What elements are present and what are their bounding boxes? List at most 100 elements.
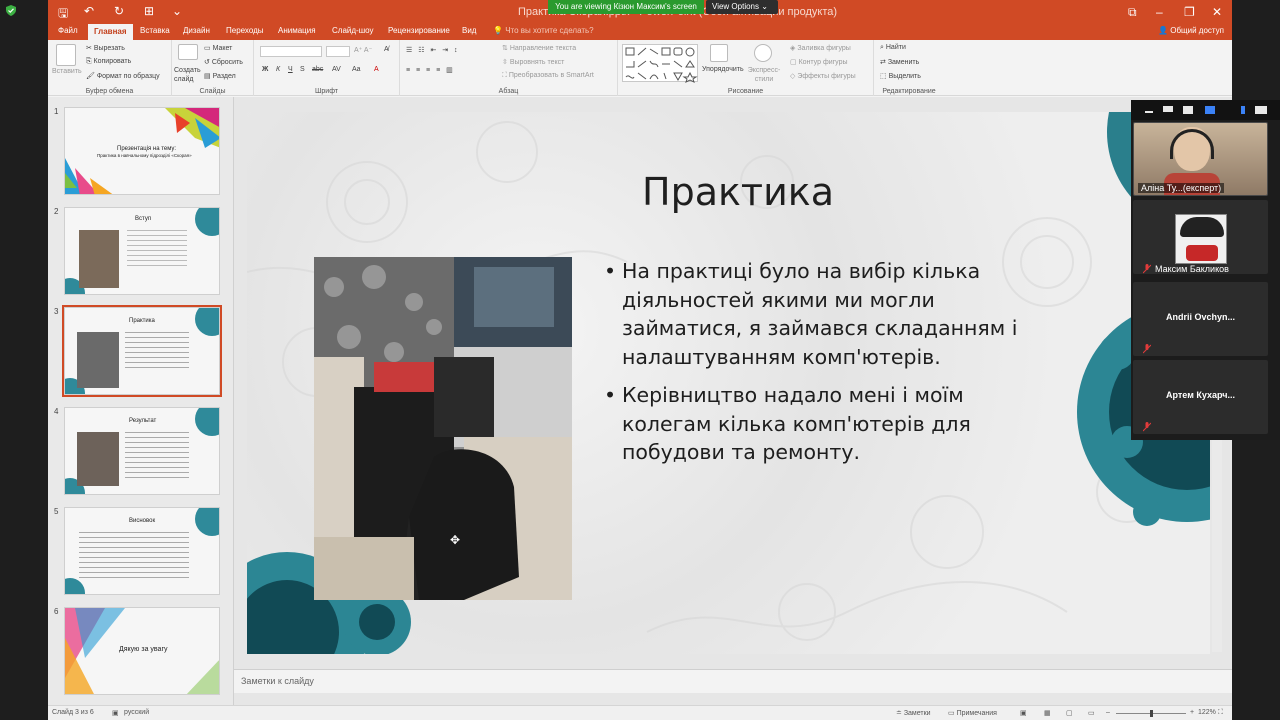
- thumb-title: Практика: [129, 318, 155, 324]
- zoom-slider[interactable]: [1116, 710, 1186, 717]
- clipboard-group-label: Буфер обмена: [85, 88, 134, 95]
- list-buttons[interactable]: ☰ ☷ ⇤ ⇥ ↕: [406, 46, 460, 54]
- tab-design[interactable]: Дизайн: [183, 26, 210, 35]
- italic-button[interactable]: К: [276, 66, 280, 73]
- pop-out-icon[interactable]: [1255, 106, 1267, 114]
- align-buttons[interactable]: ≡ ≡ ≡ ≡ ▥: [406, 66, 455, 74]
- arrange-icon[interactable]: [710, 44, 728, 62]
- tab-animations[interactable]: Анимация: [278, 26, 316, 35]
- slide-thumbnails-panel[interactable]: 1 Презентація на тему: Практика в навчал…: [48, 97, 234, 705]
- shape-fill-button[interactable]: ◈ Заливка фигуры: [790, 44, 851, 52]
- start-presentation-icon[interactable]: ⊞: [144, 4, 154, 18]
- language-indicator[interactable]: русский: [124, 709, 149, 716]
- tell-me-label: Что вы хотите сделать?: [505, 26, 594, 35]
- copy-button[interactable]: ⎘ Копировать: [86, 58, 131, 66]
- find-button[interactable]: ⌕ Найти: [880, 44, 906, 52]
- slide-thumbnail-2[interactable]: Вступ: [64, 207, 220, 295]
- change-case-button[interactable]: Aa: [352, 66, 361, 73]
- notes-toggle[interactable]: ≐ Заметки: [896, 709, 931, 717]
- slideshow-view-icon[interactable]: ▭: [1088, 709, 1095, 717]
- slide-bullet-list[interactable]: На практиці було на вибір кілька діяльно…: [602, 257, 1022, 477]
- tab-slideshow[interactable]: Слайд-шоу: [332, 26, 373, 35]
- minimize-icon[interactable]: –: [1156, 5, 1163, 19]
- reset-button[interactable]: ↺ Сбросить: [204, 58, 243, 66]
- tab-transitions[interactable]: Переходы: [226, 26, 264, 35]
- gallery-view-icon[interactable]: [1205, 106, 1215, 114]
- save-icon[interactable]: 🖫: [58, 4, 68, 25]
- participant-tile-1[interactable]: Аліна Ту...(експерт): [1133, 122, 1268, 196]
- reading-view-icon[interactable]: ▢: [1066, 709, 1073, 717]
- customize-quick-access-icon[interactable]: ⌄: [172, 4, 182, 18]
- text-direction-button[interactable]: ⇅ Направление текста: [502, 44, 576, 52]
- tab-home[interactable]: Главная: [88, 24, 133, 40]
- slide-thumbnail-1[interactable]: Презентація на тему: Практика в навчальн…: [64, 107, 220, 195]
- section-button[interactable]: ▤ Раздел: [204, 72, 236, 80]
- font-family-select[interactable]: [260, 46, 322, 57]
- notes-pane[interactable]: Заметки к слайду: [234, 669, 1232, 693]
- slide-photo[interactable]: [314, 257, 572, 600]
- slide-title[interactable]: Практика: [642, 170, 834, 214]
- normal-view-icon[interactable]: ▣: [1020, 709, 1027, 717]
- panel-arrow-icon[interactable]: [1241, 106, 1245, 114]
- speaker-view-icon[interactable]: [1183, 106, 1193, 114]
- zoom-level[interactable]: 122%: [1198, 709, 1216, 716]
- cut-button[interactable]: ✂ Вырезать: [86, 44, 125, 52]
- participant-tile-2[interactable]: Максим Бакликов: [1133, 200, 1268, 274]
- strip-view-icon[interactable]: [1163, 106, 1173, 112]
- quick-styles-icon[interactable]: [754, 44, 772, 62]
- slide-thumbnail-6[interactable]: Дякую за увагу: [64, 607, 220, 695]
- zoom-in-icon[interactable]: +: [1190, 709, 1194, 716]
- spellcheck-icon[interactable]: ▣: [112, 709, 119, 717]
- undo-icon[interactable]: ↶: [84, 4, 94, 18]
- tab-review[interactable]: Рецензирование: [388, 26, 450, 35]
- bold-button[interactable]: Ж: [262, 66, 268, 73]
- paste-button[interactable]: Вставить: [52, 68, 82, 75]
- slide-thumbnail-4[interactable]: Результат: [64, 407, 220, 495]
- quick-styles-button[interactable]: Экспресс-стили: [746, 66, 782, 84]
- comments-toggle[interactable]: ▭ Примечания: [948, 709, 997, 717]
- align-text-button[interactable]: ⇳ Выровнять текст: [502, 58, 564, 66]
- smartart-button[interactable]: ⛶ Преобразовать в SmartArt: [502, 72, 594, 80]
- arrange-button[interactable]: Упорядочить: [702, 66, 744, 73]
- font-size-select[interactable]: [326, 46, 350, 57]
- underline-button[interactable]: Ч: [288, 66, 293, 73]
- shapes-gallery[interactable]: [622, 44, 698, 83]
- slide-canvas[interactable]: Практика • На практиці було на вибір кіл…: [247, 112, 1210, 654]
- sorter-view-icon[interactable]: ▦: [1044, 709, 1051, 717]
- select-button[interactable]: ⬚ Выделить: [880, 72, 921, 80]
- new-slide-button[interactable]: Создать слайд: [174, 66, 204, 84]
- redo-icon[interactable]: ↻: [114, 4, 124, 18]
- spacing-button[interactable]: AV: [332, 66, 341, 73]
- new-slide-icon[interactable]: [178, 44, 198, 60]
- font-color-button[interactable]: A: [374, 66, 379, 73]
- strikethrough-button[interactable]: abc: [312, 66, 323, 73]
- tab-file[interactable]: Файл: [58, 26, 78, 35]
- share-button[interactable]: 👤 Общий доступ: [1158, 26, 1224, 35]
- zoom-out-icon[interactable]: –: [1106, 709, 1110, 716]
- bullet-item: На практиці було на вибір кілька діяльно…: [602, 257, 1022, 371]
- font-grow-icon[interactable]: A⁺ A⁻: [354, 46, 372, 54]
- minimize-panel-icon[interactable]: [1145, 111, 1153, 113]
- tab-insert[interactable]: Вставка: [140, 26, 170, 35]
- restore-icon[interactable]: ❐: [1184, 5, 1195, 19]
- paste-icon[interactable]: [56, 44, 76, 66]
- participant-tile-3[interactable]: Andrii Ovchyn...: [1133, 282, 1268, 356]
- slide-thumbnail-5[interactable]: Висновок: [64, 507, 220, 595]
- clear-format-icon[interactable]: A̸: [384, 46, 389, 53]
- tab-view[interactable]: Вид: [462, 26, 476, 35]
- close-icon[interactable]: ✕: [1212, 5, 1222, 19]
- zoom-slider-thumb[interactable]: [1150, 710, 1153, 717]
- thumb-photo: [79, 230, 119, 288]
- slide-thumbnail-3[interactable]: Практика: [62, 305, 222, 397]
- format-painter-button[interactable]: 🖌 Формат по образцу: [86, 72, 160, 80]
- view-options-button[interactable]: View Options ⌄: [706, 0, 778, 14]
- shadow-button[interactable]: S: [300, 66, 305, 73]
- fit-slide-icon[interactable]: ⛶: [1218, 709, 1223, 717]
- ribbon-display-icon[interactable]: ⧉: [1128, 5, 1137, 20]
- shape-effects-button[interactable]: ◇ Эффекты фигуры: [790, 72, 856, 80]
- replace-button[interactable]: ⇄ Заменить: [880, 58, 919, 66]
- shape-outline-button[interactable]: ▢ Контур фигуры: [790, 58, 848, 66]
- layout-button[interactable]: ▭ Макет: [204, 44, 232, 52]
- tell-me-search[interactable]: 💡 Что вы хотите сделать?: [493, 26, 594, 35]
- participant-tile-4[interactable]: Артем Кухарч...: [1133, 360, 1268, 434]
